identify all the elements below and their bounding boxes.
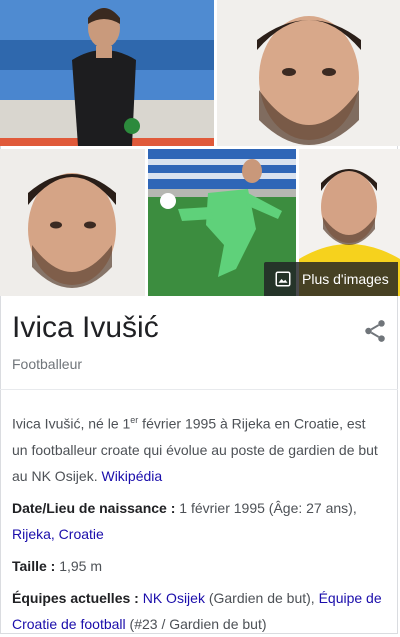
fact-teams-label: Équipes actuelles : bbox=[12, 590, 143, 606]
fact-teams: Équipes actuelles : NK Osijek (Gardien d… bbox=[12, 585, 384, 637]
fact-height-value: 1,95 m bbox=[59, 558, 103, 574]
divider bbox=[0, 389, 398, 390]
photo-portrait-2[interactable] bbox=[0, 149, 145, 296]
share-icon[interactable] bbox=[362, 318, 388, 344]
description: Ivica Ivušić, né le 1er février 1995 à R… bbox=[12, 407, 384, 489]
person-subtitle: Footballeur bbox=[12, 356, 83, 372]
fact-teams-text1: (Gardien de but), bbox=[204, 590, 319, 606]
more-images-label: Plus d'images bbox=[302, 271, 389, 287]
description-text: Ivica Ivušić, né le 1 bbox=[12, 415, 131, 432]
person-name: Ivica Ivušić bbox=[12, 311, 159, 344]
more-images-button[interactable]: Plus d'images bbox=[264, 262, 398, 296]
image-icon bbox=[275, 271, 291, 287]
photo-portrait-1[interactable] bbox=[217, 0, 400, 146]
fact-birth-label: Date/Lieu de naissance : bbox=[12, 500, 180, 516]
wikipedia-link[interactable]: Wikipédia bbox=[101, 468, 162, 484]
title-block: Ivica Ivušić Footballeur bbox=[12, 308, 388, 372]
fact-birth: Date/Lieu de naissance : 1 février 1995 … bbox=[12, 495, 384, 547]
fact-height-label: Taille : bbox=[12, 558, 60, 574]
birthplace-link[interactable]: Rijeka, Croatie bbox=[12, 526, 104, 542]
fact-teams-text2: (#23 / Gardien de but) bbox=[125, 616, 267, 632]
image-gallery: Plus d'images bbox=[0, 0, 400, 296]
photo-player-stadium[interactable] bbox=[0, 0, 214, 146]
fact-height: Taille : 1,95 m bbox=[12, 553, 384, 579]
team-link-osijek[interactable]: NK Osijek bbox=[143, 590, 205, 606]
fact-birth-value: 1 février 1995 (Âge: 27 ans), bbox=[179, 500, 357, 516]
